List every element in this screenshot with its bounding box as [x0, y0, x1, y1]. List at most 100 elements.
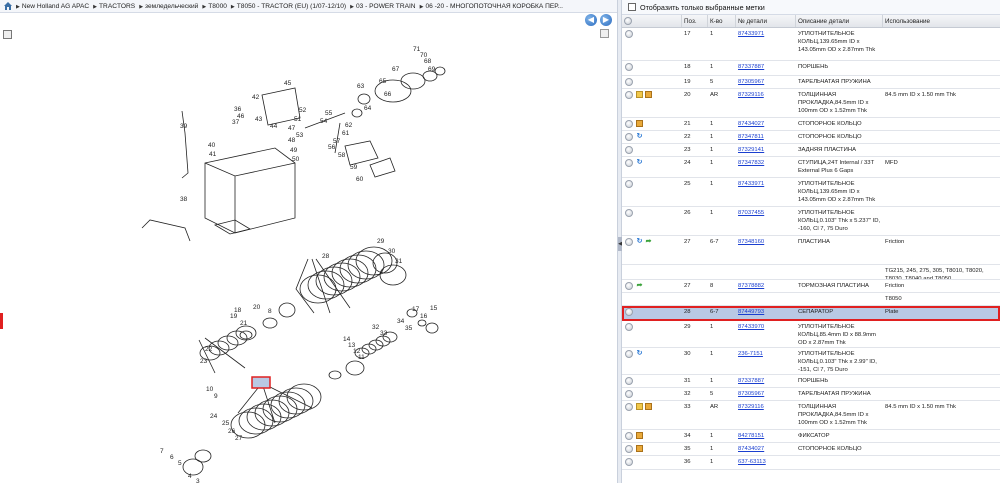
- cell-part-number[interactable]: [736, 293, 796, 305]
- cell-part-number[interactable]: 87378882: [736, 280, 796, 292]
- replacement-arrow-icon[interactable]: ↻: [636, 350, 643, 357]
- cell-part-number[interactable]: 87449793: [736, 306, 796, 320]
- table-row[interactable]: 21 1 87434027 СТОПОРНОЕ КОЛЬЦО: [622, 118, 1000, 131]
- package-icon[interactable]: [636, 432, 643, 439]
- cell-part-number[interactable]: 84278151: [736, 430, 796, 442]
- part-number-link[interactable]: 87449793: [738, 309, 764, 315]
- part-number-link[interactable]: 87337887: [738, 64, 764, 70]
- cell-part-number[interactable]: 87347832: [736, 157, 796, 177]
- cell-part-number[interactable]: 87348160: [736, 236, 796, 264]
- header-part-number[interactable]: № детали: [736, 15, 796, 27]
- row-select-radio-icon[interactable]: [625, 323, 633, 331]
- table-row-selected[interactable]: 28 6-7 87449793 СЕПАРАТОР Plate: [622, 306, 1000, 321]
- header-usage[interactable]: Использование: [883, 15, 1000, 27]
- table-row[interactable]: T8050: [622, 293, 1000, 306]
- cell-part-number[interactable]: 87305967: [736, 388, 796, 400]
- row-select-radio-icon[interactable]: [625, 30, 633, 38]
- table-row[interactable]: 35 1 87434027 СТОПОРНОЕ КОЛЬЦО: [622, 443, 1000, 456]
- part-number-link[interactable]: 87433971: [738, 31, 764, 37]
- part-number-link[interactable]: 87347832: [738, 160, 764, 166]
- row-select-radio-icon[interactable]: [625, 377, 633, 385]
- part-number-link[interactable]: 87037455: [738, 210, 764, 216]
- cell-part-number[interactable]: 637-63113: [736, 456, 796, 469]
- alternative-arrow-icon[interactable]: ➦: [636, 282, 643, 289]
- cell-part-number[interactable]: 87433970: [736, 321, 796, 347]
- cell-part-number[interactable]: 87434027: [736, 443, 796, 455]
- part-number-link[interactable]: 236-7151: [738, 351, 763, 357]
- row-select-radio-icon[interactable]: [625, 445, 633, 453]
- cell-part-number[interactable]: 87305967: [736, 76, 796, 88]
- exploded-parts-diagram[interactable]: 3940414243444546474849505152535455565758…: [0, 13, 617, 483]
- table-row[interactable]: ↻ 30 1 236-7151 УПЛОТНИТЕЛЬНОЕ КОЛЬЦ,0.103" …: [622, 348, 1000, 375]
- cell-part-number[interactable]: [736, 265, 796, 279]
- row-select-radio-icon[interactable]: [625, 159, 633, 167]
- row-select-radio-icon[interactable]: [625, 78, 633, 86]
- row-select-radio-icon[interactable]: [625, 63, 633, 71]
- note-icon[interactable]: [636, 403, 643, 410]
- row-select-radio-icon[interactable]: [625, 308, 633, 316]
- breadcrumb-item[interactable]: TRACTORS: [93, 3, 135, 10]
- row-select-radio-icon[interactable]: [625, 209, 633, 217]
- part-number-link[interactable]: 87433971: [738, 181, 764, 187]
- cell-part-number[interactable]: 87434027: [736, 118, 796, 130]
- part-number-link[interactable]: 87329141: [738, 147, 764, 153]
- table-row[interactable]: ↻ 24 1 87347832 СТУПИЦА,24T Internal / 33T E…: [622, 157, 1000, 178]
- table-row[interactable]: 26 1 87037455 УПЛОТНИТЕЛЬНОЕ КОЛЬЦ,0.103" T…: [622, 207, 1000, 236]
- table-row[interactable]: 31 1 87337887 ПОРШЕНЬ: [622, 375, 1000, 388]
- alternative-arrow-icon[interactable]: ➦: [645, 238, 652, 245]
- replacement-arrow-icon[interactable]: ↻: [636, 159, 643, 166]
- package-icon[interactable]: [636, 445, 643, 452]
- cell-part-number[interactable]: 87433971: [736, 178, 796, 206]
- header-icons-col[interactable]: [622, 15, 682, 27]
- breadcrumb-item[interactable]: 06 -20 - МНОГОПОТОЧНАЯ КОРОБКА ПЕР...: [420, 3, 562, 10]
- cell-part-number[interactable]: 87037455: [736, 207, 796, 235]
- part-number-link[interactable]: 87434027: [738, 121, 764, 127]
- show-selected-checkbox[interactable]: [628, 3, 636, 11]
- table-row[interactable]: 17 1 87433971 УПЛОТНИТЕЛЬНОЕ КОЛЬЦ,139.65mm…: [622, 28, 1000, 61]
- table-row[interactable]: 19 5 87305967 ТАРЕЛЬЧАТАЯ ПРУЖИНА: [622, 76, 1000, 89]
- note-icon[interactable]: [636, 91, 643, 98]
- package-icon[interactable]: [645, 91, 652, 98]
- header-qty[interactable]: К-во: [708, 15, 736, 27]
- header-description[interactable]: Описание детали: [796, 15, 883, 27]
- package-icon[interactable]: [636, 120, 643, 127]
- row-select-radio-icon[interactable]: [625, 403, 633, 411]
- row-select-radio-icon[interactable]: [625, 390, 633, 398]
- part-number-link[interactable]: 87305967: [738, 391, 764, 397]
- part-number-link[interactable]: 637-63113: [738, 459, 766, 465]
- row-select-radio-icon[interactable]: [625, 458, 633, 466]
- cell-part-number[interactable]: 87433971: [736, 28, 796, 60]
- select-all-radio-icon[interactable]: [624, 17, 632, 25]
- table-row[interactable]: 18 1 87337887 ПОРШЕНЬ: [622, 61, 1000, 76]
- cell-part-number[interactable]: 87329116: [736, 89, 796, 117]
- part-number-link[interactable]: 87329116: [738, 404, 764, 410]
- table-row[interactable]: TG215, 245, 275, 305, T8010, T8020, T803…: [622, 265, 1000, 280]
- cell-part-number[interactable]: 87329116: [736, 401, 796, 429]
- cell-part-number[interactable]: 87347811: [736, 131, 796, 143]
- part-number-link[interactable]: 87329116: [738, 92, 764, 98]
- row-select-radio-icon[interactable]: [625, 91, 633, 99]
- part-number-link[interactable]: 87347811: [738, 134, 764, 140]
- part-number-link[interactable]: 87305967: [738, 79, 764, 85]
- table-row[interactable]: ↻ ➦ 27 6-7 87348160 ПЛАСТИНА Friction: [622, 236, 1000, 265]
- breadcrumb-item[interactable]: New Holland AG APAC: [16, 3, 89, 10]
- part-number-link[interactable]: 87434027: [738, 446, 764, 452]
- row-select-radio-icon[interactable]: [625, 146, 633, 154]
- cell-part-number[interactable]: 87337887: [736, 375, 796, 387]
- header-pos[interactable]: Поз.: [682, 15, 708, 27]
- home-icon[interactable]: [3, 1, 13, 11]
- part-number-link[interactable]: 87337887: [738, 378, 764, 384]
- part-number-link[interactable]: 87378882: [738, 283, 764, 289]
- breadcrumb-item[interactable]: 03 - POWER TRAIN: [350, 3, 416, 10]
- breadcrumb-item[interactable]: земледельческий: [139, 3, 198, 10]
- show-selected-label[interactable]: Отобразить только выбранные метки: [640, 3, 765, 12]
- part-number-link[interactable]: 87348160: [738, 239, 764, 245]
- cell-part-number[interactable]: 87329141: [736, 144, 796, 156]
- replacement-arrow-icon[interactable]: ↻: [636, 133, 643, 140]
- table-row[interactable]: ↻ 22 1 87347811 СТОПОРНОЕ КОЛЬЦО: [622, 131, 1000, 144]
- table-row[interactable]: 36 1 637-63113: [622, 456, 1000, 470]
- part-number-link[interactable]: 84278151: [738, 433, 764, 439]
- package-icon[interactable]: [645, 403, 652, 410]
- breadcrumb-item[interactable]: T8000: [202, 3, 227, 10]
- row-select-radio-icon[interactable]: [625, 432, 633, 440]
